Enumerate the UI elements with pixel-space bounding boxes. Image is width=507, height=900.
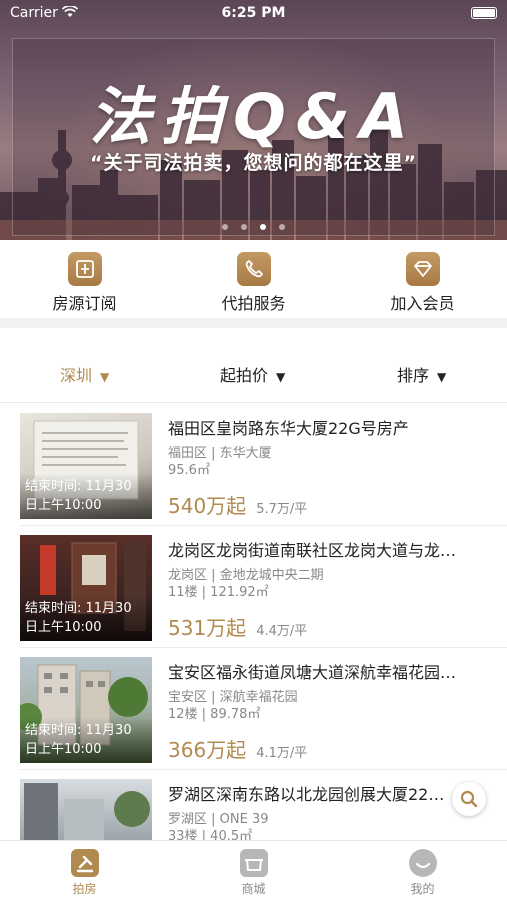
auction-icon bbox=[70, 849, 99, 877]
caret-down-icon: ▼ bbox=[100, 370, 110, 384]
section-divider bbox=[0, 318, 507, 328]
listing-floor-area: 33楼 | 40.5㎡ bbox=[168, 829, 253, 840]
tab-shop-label: 商城 bbox=[241, 882, 266, 896]
banner-title: 法拍Q&A bbox=[89, 80, 418, 153]
end-time-line1: 结束时间: 11月30 bbox=[25, 479, 132, 494]
tab-profile[interactable]: 我的 bbox=[338, 841, 507, 900]
diamond-icon bbox=[405, 252, 440, 286]
city-filter-label: 深圳 bbox=[60, 366, 93, 385]
subscribe-label: 房源订阅 bbox=[52, 294, 117, 313]
sort-filter[interactable]: 排序 ▼ bbox=[397, 362, 446, 386]
unit-price: 5.7万/平 bbox=[256, 502, 308, 517]
listing-title: 龙岗区龙岗街道南联社区龙岗大道与龙… bbox=[168, 541, 457, 560]
city-filter[interactable]: 深圳 ▼ bbox=[60, 362, 109, 386]
tab-auction[interactable]: 拍房 bbox=[0, 841, 169, 900]
search-button[interactable] bbox=[452, 782, 486, 816]
listing-card[interactable]: 结束时间: 11月30 日上午10:00 福田区皇岗路东华大厦22G号房产 福田… bbox=[0, 403, 507, 525]
subscribe-icon bbox=[67, 252, 102, 286]
listing-list: 结束时间: 11月30 日上午10:00 福田区皇岗路东华大厦22G号房产 福田… bbox=[0, 403, 507, 840]
listing-title: 福田区皇岗路东华大厦22G号房产 bbox=[168, 419, 409, 438]
listing-info: 宝安区福永街道凤塘大道深航幸福花园… 宝安区 | 深航幸福花园 12楼 | 89… bbox=[168, 659, 488, 763]
listing-district: 龙岗区 | 金地龙城中央二期 bbox=[168, 568, 324, 583]
end-time: 结束时间: 11月30 日上午10:00 bbox=[25, 477, 132, 515]
subscribe-button[interactable]: 房源订阅 bbox=[0, 240, 169, 318]
listing-photo: 结束时间: 11月30 日上午10:00 bbox=[20, 413, 152, 519]
end-time: 结束时间: 11月30 日上午10:00 bbox=[25, 599, 132, 637]
end-time: 结束时间: 11月30 日上午10:00 bbox=[25, 721, 132, 759]
filter-bar: 深圳 ▼ 起拍价 ▼ 排序 ▼ bbox=[0, 348, 507, 398]
proxy-bid-label: 代拍服务 bbox=[221, 294, 286, 313]
listing-card[interactable]: 结束时间: 11月30 日上午10:00 龙岗区龙岗街道南联社区龙岗大道与龙… … bbox=[0, 525, 507, 647]
proxy-bid-button[interactable]: 代拍服务 bbox=[169, 240, 338, 318]
quick-actions: 房源订阅 代拍服务 加入会员 bbox=[0, 240, 507, 318]
listing-info: 龙岗区龙岗街道南联社区龙岗大道与龙… 龙岗区 | 金地龙城中央二期 11楼 | … bbox=[168, 537, 488, 641]
listing-card[interactable]: 罗湖区深南东路以北龙园创展大厦22… 罗湖区 | ONE 39 33楼 | 40… bbox=[0, 769, 507, 840]
carousel-dots[interactable] bbox=[0, 215, 507, 234]
battery-icon bbox=[471, 7, 497, 19]
membership-label: 加入会员 bbox=[390, 294, 455, 313]
starting-price: 531万起 bbox=[168, 616, 247, 640]
listing-price: 531万起 4.4万/平 bbox=[168, 612, 488, 641]
end-time-line2: 日上午10:00 bbox=[25, 620, 102, 635]
price-filter[interactable]: 起拍价 ▼ bbox=[220, 362, 285, 386]
end-time-line2: 日上午10:00 bbox=[25, 742, 102, 757]
listing-price: 366万起 4.1万/平 bbox=[168, 734, 488, 763]
listing-district: 罗湖区 | ONE 39 bbox=[168, 812, 269, 827]
profile-icon bbox=[408, 849, 437, 877]
banner-subtitle: “关于司法拍卖，您想问的都在这里” bbox=[90, 152, 417, 174]
caret-down-icon: ▼ bbox=[437, 370, 447, 384]
clock: 6:25 PM bbox=[221, 5, 286, 21]
listing-photo: 结束时间: 11月30 日上午10:00 bbox=[20, 657, 152, 763]
unit-price: 4.1万/平 bbox=[256, 746, 308, 761]
tab-bar: 拍房 商城 我的 bbox=[0, 840, 507, 900]
end-time-line1: 结束时间: 11月30 bbox=[25, 601, 132, 616]
unit-price: 4.4万/平 bbox=[256, 624, 308, 639]
tab-profile-label: 我的 bbox=[410, 882, 435, 896]
sort-filter-label: 排序 bbox=[397, 366, 430, 385]
starting-price: 366万起 bbox=[168, 738, 247, 762]
listing-title: 宝安区福永街道凤塘大道深航幸福花园… bbox=[168, 663, 457, 682]
listing-info: 罗湖区深南东路以北龙园创展大厦22… 罗湖区 | ONE 39 33楼 | 40… bbox=[168, 781, 488, 840]
end-time-line2: 日上午10:00 bbox=[25, 498, 102, 513]
membership-button[interactable]: 加入会员 bbox=[338, 240, 507, 318]
listing-photo: 结束时间: 11月30 日上午10:00 bbox=[20, 535, 152, 641]
listing-area: 95.6㎡ bbox=[168, 463, 210, 478]
listing-district: 福田区 | 东华大厦 bbox=[168, 446, 272, 461]
carousel-dot[interactable] bbox=[279, 224, 286, 230]
status-bar: Carrier 6:25 PM bbox=[0, 0, 507, 28]
listing-price: 540万起 5.7万/平 bbox=[168, 490, 488, 519]
carousel-dot[interactable] bbox=[221, 224, 228, 230]
listing-photo bbox=[20, 779, 152, 840]
listing-floor-area: 12楼 | 89.78㎡ bbox=[168, 707, 261, 722]
tab-shop[interactable]: 商城 bbox=[169, 841, 338, 900]
tab-auction-label: 拍房 bbox=[72, 882, 97, 896]
tower-photo bbox=[24, 783, 150, 840]
end-time-line1: 结束时间: 11月30 bbox=[25, 723, 132, 738]
shop-icon bbox=[239, 849, 268, 877]
starting-price: 540万起 bbox=[168, 494, 247, 518]
listing-district: 宝安区 | 深航幸福花园 bbox=[168, 690, 298, 705]
listing-floor-area: 11楼 | 121.92㎡ bbox=[168, 585, 269, 600]
listing-title: 罗湖区深南东路以北龙园创展大厦22… bbox=[168, 785, 445, 804]
carousel-dot-active[interactable] bbox=[260, 224, 267, 230]
search-icon bbox=[460, 790, 478, 808]
price-filter-label: 起拍价 bbox=[220, 366, 269, 385]
caret-down-icon: ▼ bbox=[276, 370, 286, 384]
carousel-dot[interactable] bbox=[240, 224, 247, 230]
listing-info: 福田区皇岗路东华大厦22G号房产 福田区 | 东华大厦 95.6㎡ 540万起 5… bbox=[168, 415, 488, 519]
phone-icon bbox=[236, 252, 271, 286]
promo-banner[interactable]: 法拍Q&A “关于司法拍卖，您想问的都在这里” bbox=[0, 0, 507, 240]
listing-card[interactable]: 结束时间: 11月30 日上午10:00 宝安区福永街道凤塘大道深航幸福花园… … bbox=[0, 647, 507, 769]
